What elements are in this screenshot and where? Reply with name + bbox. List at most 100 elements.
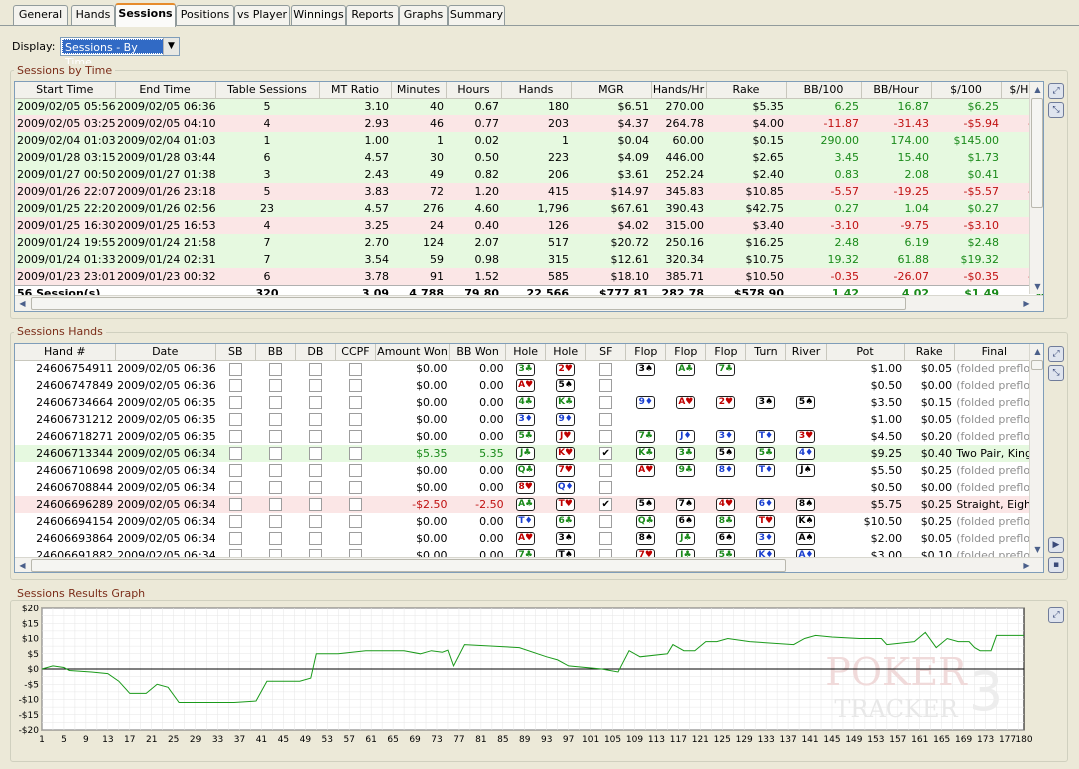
table-row[interactable]: 24606747849 2009/02/05 06:36 $0.00 0.00 A♥ 5♠… — [15, 377, 1035, 394]
column-header[interactable]: Hours — [446, 82, 502, 99]
checkbox[interactable] — [348, 481, 362, 495]
column-header[interactable]: BB/100 — [786, 82, 862, 99]
tab-sessions[interactable]: Sessions — [115, 3, 176, 27]
checkbox[interactable] — [228, 447, 242, 461]
checkbox[interactable] — [308, 532, 322, 546]
scroll-up-icon[interactable]: ▲ — [1030, 82, 1043, 97]
checkbox[interactable] — [268, 447, 282, 461]
column-header[interactable]: DB — [295, 344, 336, 361]
checkbox[interactable] — [268, 413, 282, 427]
tab-positions[interactable]: Positions — [176, 5, 234, 25]
tab-hands[interactable]: Hands — [71, 5, 115, 25]
checkbox[interactable] — [268, 532, 282, 546]
checkbox[interactable] — [268, 515, 282, 529]
checkbox[interactable] — [348, 396, 362, 410]
hands-hscroll[interactable]: ◀ ▶ — [15, 557, 1043, 572]
column-header[interactable]: SF — [585, 344, 627, 361]
collapse-icon[interactable]: ⤡ — [1048, 102, 1064, 118]
column-header[interactable]: Hands/Hr — [651, 82, 707, 99]
checkbox[interactable] — [228, 464, 242, 478]
checkbox[interactable] — [308, 515, 322, 529]
column-header[interactable]: BB — [255, 344, 296, 361]
checkbox[interactable] — [228, 498, 242, 512]
scroll-thumb[interactable] — [1031, 98, 1043, 208]
column-header[interactable]: BB Won — [449, 344, 507, 361]
tab-summary[interactable]: Summary — [448, 5, 505, 25]
column-header[interactable]: Hole — [545, 344, 587, 361]
column-header[interactable]: SB — [215, 344, 256, 361]
checkbox[interactable] — [599, 396, 613, 410]
table-row[interactable]: 24606694154 2009/02/05 06:34 $0.00 0.00 T♦ 6♣… — [15, 513, 1035, 530]
scroll-down-icon[interactable]: ▼ — [1030, 279, 1043, 294]
checkbox[interactable] — [228, 430, 242, 444]
checkbox[interactable] — [599, 362, 613, 376]
table-row[interactable]: 24606693864 2009/02/05 06:34 $0.00 0.00 A♥ 3♠… — [15, 530, 1035, 547]
scroll-down-icon[interactable]: ▼ — [1030, 542, 1043, 557]
checkbox[interactable] — [348, 362, 362, 376]
checkbox[interactable] — [308, 430, 322, 444]
checkbox[interactable] — [308, 481, 322, 495]
checkbox[interactable] — [348, 430, 362, 444]
checkbox[interactable] — [228, 481, 242, 495]
checkbox[interactable] — [599, 481, 613, 495]
checkbox[interactable] — [599, 515, 613, 529]
checkbox[interactable] — [348, 447, 362, 461]
table-row[interactable]: 2009/02/04 01:03 2009/02/04 01:03 1 1.00 1 0.… — [15, 132, 1043, 149]
checkbox[interactable] — [599, 379, 613, 393]
table-row[interactable]: 2009/01/23 23:01 2009/01/23 00:32 6 3.78 91 1… — [15, 268, 1043, 285]
checkbox[interactable]: ✔ — [599, 498, 613, 512]
scroll-up-icon[interactable]: ▲ — [1030, 344, 1043, 359]
checkbox[interactable] — [228, 362, 242, 376]
table-row[interactable]: 2009/01/27 00:50 2009/01/27 01:38 3 2.43 49 0… — [15, 166, 1043, 183]
table-row[interactable]: 24606710698 2009/02/05 06:34 $0.00 0.00 Q♣ 7♥… — [15, 462, 1035, 479]
scroll-thumb[interactable] — [31, 559, 786, 572]
checkbox[interactable] — [268, 396, 282, 410]
checkbox[interactable] — [348, 515, 362, 529]
column-header[interactable]: BB/Hour — [861, 82, 932, 99]
column-header[interactable]: Start Time — [15, 82, 116, 99]
save-icon[interactable]: ▪ — [1048, 557, 1064, 573]
table-row[interactable]: 2009/02/05 03:25 2009/02/05 04:10 4 2.93 46 0… — [15, 115, 1043, 132]
column-header[interactable]: Table Sessions — [215, 82, 320, 99]
table-row[interactable]: 2009/01/28 03:15 2009/01/28 03:44 6 4.57 30 0… — [15, 149, 1043, 166]
column-header[interactable]: Hole — [505, 344, 547, 361]
checkbox[interactable] — [348, 532, 362, 546]
expand-icon[interactable]: ⤢ — [1048, 83, 1064, 99]
table-row[interactable]: 2009/01/26 22:07 2009/01/26 23:18 5 3.83 72 1… — [15, 183, 1043, 200]
checkbox[interactable] — [308, 379, 322, 393]
table-row[interactable]: 24606754911 2009/02/05 06:36 $0.00 0.00 3♣ 2♥… — [15, 360, 1035, 377]
tab-reports[interactable]: Reports — [346, 5, 399, 25]
column-header[interactable]: Flop — [665, 344, 707, 361]
column-header[interactable]: $/100 — [931, 82, 1002, 99]
checkbox[interactable] — [268, 464, 282, 478]
scroll-thumb[interactable] — [1031, 360, 1043, 370]
checkbox[interactable] — [348, 498, 362, 512]
tab-general[interactable]: General — [13, 5, 68, 25]
scroll-right-icon[interactable]: ▶ — [1019, 558, 1034, 572]
table-row[interactable]: 2009/01/24 19:55 2009/01/24 21:58 7 2.70 124… — [15, 234, 1043, 251]
display-select[interactable]: Sessions - By Time ▼ — [60, 37, 180, 69]
column-header[interactable]: MT Ratio — [319, 82, 392, 99]
scroll-left-icon[interactable]: ◀ — [15, 558, 30, 572]
table-row[interactable]: 2009/01/24 01:33 2009/01/24 02:31 7 3.54 59 0… — [15, 251, 1043, 268]
table-row[interactable]: 24606713344 2009/02/05 06:34 $5.35 5.35 J♣ K♥… — [15, 445, 1035, 462]
checkbox[interactable] — [308, 464, 322, 478]
scroll-left-icon[interactable]: ◀ — [15, 296, 30, 311]
table-row[interactable]: 2009/01/25 16:30 2009/01/25 16:53 4 3.25 24 0… — [15, 217, 1043, 234]
column-header[interactable]: Minutes — [391, 82, 447, 99]
checkbox[interactable] — [268, 498, 282, 512]
table-row[interactable]: 24606731212 2009/02/05 06:35 $0.00 0.00 3♦ 9♦… — [15, 411, 1035, 428]
checkbox[interactable] — [599, 430, 613, 444]
column-header[interactable]: Flop — [625, 344, 667, 361]
checkbox[interactable] — [228, 413, 242, 427]
collapse-icon[interactable]: ⤡ — [1048, 365, 1064, 381]
column-header[interactable]: Hand # — [15, 344, 116, 361]
checkbox[interactable] — [308, 498, 322, 512]
checkbox[interactable] — [308, 362, 322, 376]
column-header[interactable]: Amount Won — [375, 344, 451, 361]
column-header[interactable]: Turn — [745, 344, 787, 361]
checkbox[interactable] — [599, 413, 613, 427]
checkbox[interactable] — [268, 430, 282, 444]
column-header[interactable]: River — [785, 344, 827, 361]
tab-winnings[interactable]: Winnings — [291, 5, 346, 25]
